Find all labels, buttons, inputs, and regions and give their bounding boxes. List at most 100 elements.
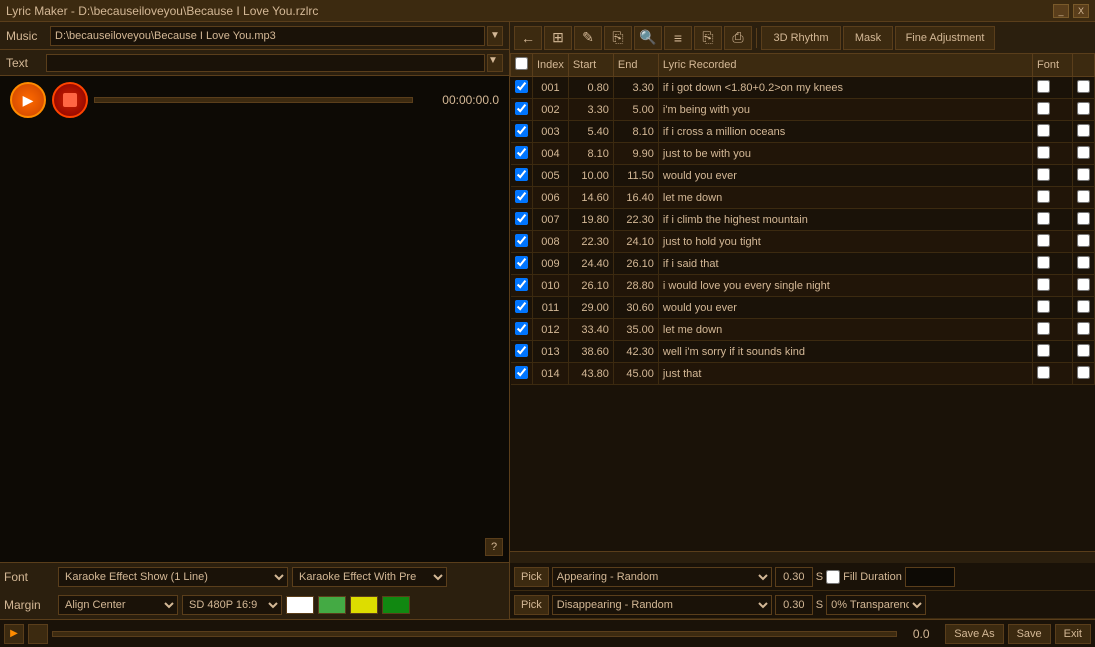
rhythm-button[interactable]: 3D Rhythm — [761, 26, 841, 50]
row-last-check[interactable] — [1077, 124, 1090, 137]
row-checkbox[interactable] — [515, 256, 528, 269]
row-lyric[interactable]: if i said that — [658, 253, 1032, 275]
transparency-select[interactable]: 0% Transparency — [826, 595, 926, 615]
row-checkbox[interactable] — [515, 212, 528, 225]
row-lyric[interactable]: well i'm sorry if it sounds kind — [658, 341, 1032, 363]
appearing-value-input[interactable] — [775, 567, 813, 587]
row-font-check[interactable] — [1037, 146, 1050, 159]
status-seek-bar[interactable] — [52, 631, 897, 637]
row-lyric[interactable]: i'm being with you — [658, 99, 1032, 121]
row-checkbox[interactable] — [515, 168, 528, 181]
row-font-check[interactable] — [1037, 366, 1050, 379]
margin-align-select[interactable]: Align Center — [58, 595, 178, 615]
mask-button[interactable]: Mask — [843, 26, 893, 50]
row-font-check[interactable] — [1037, 102, 1050, 115]
row-lyric[interactable]: if i cross a million oceans — [658, 121, 1032, 143]
pick-disappearing-button[interactable]: Pick — [514, 595, 549, 615]
row-font-check[interactable] — [1037, 344, 1050, 357]
fine-adj-button[interactable]: Fine Adjustment — [895, 26, 995, 50]
row-lyric[interactable]: would you ever — [658, 165, 1032, 187]
music-browse-button[interactable]: ▼ — [487, 26, 503, 46]
row-checkbox[interactable] — [515, 278, 528, 291]
toolbar-grid-button[interactable]: ⊞ — [544, 26, 572, 50]
row-last-check[interactable] — [1077, 278, 1090, 291]
row-font-check[interactable] — [1037, 212, 1050, 225]
row-last-check[interactable] — [1077, 212, 1090, 225]
row-last-check[interactable] — [1077, 234, 1090, 247]
music-path-input[interactable] — [50, 26, 485, 46]
row-lyric[interactable]: would you ever — [658, 297, 1032, 319]
row-checkbox[interactable] — [515, 80, 528, 93]
row-last-check[interactable] — [1077, 322, 1090, 335]
row-last-check[interactable] — [1077, 168, 1090, 181]
row-last-check[interactable] — [1077, 80, 1090, 93]
color-white[interactable] — [286, 596, 314, 614]
row-lyric[interactable]: if i got down <1.80+0.2>on my knees — [658, 77, 1032, 99]
row-checkbox[interactable] — [515, 102, 528, 115]
row-checkbox[interactable] — [515, 344, 528, 357]
row-font-check[interactable] — [1037, 278, 1050, 291]
disappearing-select[interactable]: Disappearing - Random — [552, 595, 772, 615]
toolbar-edit-button[interactable]: ✎ — [574, 26, 602, 50]
row-last-check[interactable] — [1077, 190, 1090, 203]
row-last-check[interactable] — [1077, 300, 1090, 313]
row-lyric[interactable]: i would love you every single night — [658, 275, 1032, 297]
row-last-check[interactable] — [1077, 146, 1090, 159]
row-lyric[interactable]: if i climb the highest mountain — [658, 209, 1032, 231]
row-last-check[interactable] — [1077, 102, 1090, 115]
row-font-check[interactable] — [1037, 168, 1050, 181]
margin-res-select[interactable]: SD 480P 16:9 — [182, 595, 282, 615]
row-last-cell — [1073, 143, 1095, 165]
toolbar-copy2-button[interactable]: ⎘ — [694, 26, 722, 50]
help-button[interactable]: ? — [485, 538, 503, 556]
row-checkbox[interactable] — [515, 190, 528, 203]
toolbar-print-button[interactable]: ⎙ — [724, 26, 752, 50]
row-lyric[interactable]: let me down — [658, 187, 1032, 209]
check-all[interactable] — [515, 57, 528, 70]
row-font-check[interactable] — [1037, 322, 1050, 335]
row-font-check[interactable] — [1037, 300, 1050, 313]
color-darkgreen[interactable] — [382, 596, 410, 614]
row-checkbox[interactable] — [515, 234, 528, 247]
row-font-check[interactable] — [1037, 80, 1050, 93]
row-font-cell — [1033, 319, 1073, 341]
row-lyric[interactable]: just to be with you — [658, 143, 1032, 165]
color-green[interactable] — [318, 596, 346, 614]
row-start: 14.60 — [568, 187, 613, 209]
close-button[interactable]: X — [1073, 4, 1089, 18]
minimize-button[interactable]: _ — [1053, 4, 1069, 18]
row-lyric[interactable]: let me down — [658, 319, 1032, 341]
row-last-cell — [1073, 121, 1095, 143]
stop-button[interactable] — [52, 82, 88, 118]
row-font-check[interactable] — [1037, 124, 1050, 137]
horizontal-scrollbar[interactable] — [510, 551, 1095, 563]
text-browse-button[interactable]: ▼ — [487, 54, 503, 72]
toolbar-search-button[interactable]: 🔍 — [634, 26, 662, 50]
row-lyric[interactable]: just to hold you tight — [658, 231, 1032, 253]
row-font-check[interactable] — [1037, 256, 1050, 269]
toolbar-list-button[interactable]: ≡ — [664, 26, 692, 50]
appearing-select[interactable]: Appearing - Random — [552, 567, 772, 587]
row-last-check[interactable] — [1077, 256, 1090, 269]
row-font-check[interactable] — [1037, 234, 1050, 247]
text-input[interactable] — [46, 54, 485, 72]
toolbar-back-button[interactable]: ← — [514, 26, 542, 50]
font-effect2-select[interactable]: Karaoke Effect With Pre — [292, 567, 447, 587]
row-checkbox[interactable] — [515, 322, 528, 335]
pick-appearing-button[interactable]: Pick — [514, 567, 549, 587]
color-yellow[interactable] — [350, 596, 378, 614]
seek-bar[interactable] — [94, 97, 413, 103]
row-checkbox[interactable] — [515, 366, 528, 379]
play-button[interactable]: ▶ — [10, 82, 46, 118]
row-checkbox[interactable] — [515, 300, 528, 313]
fill-duration-check[interactable] — [826, 570, 840, 584]
row-last-check[interactable] — [1077, 344, 1090, 357]
row-checkbox[interactable] — [515, 146, 528, 159]
disappearing-value-input[interactable] — [775, 595, 813, 615]
row-last-check[interactable] — [1077, 366, 1090, 379]
row-font-check[interactable] — [1037, 190, 1050, 203]
toolbar-copy-button[interactable]: ⎘ — [604, 26, 632, 50]
row-checkbox[interactable] — [515, 124, 528, 137]
row-lyric[interactable]: just that — [658, 363, 1032, 385]
font-effect-select[interactable]: Karaoke Effect Show (1 Line) — [58, 567, 288, 587]
